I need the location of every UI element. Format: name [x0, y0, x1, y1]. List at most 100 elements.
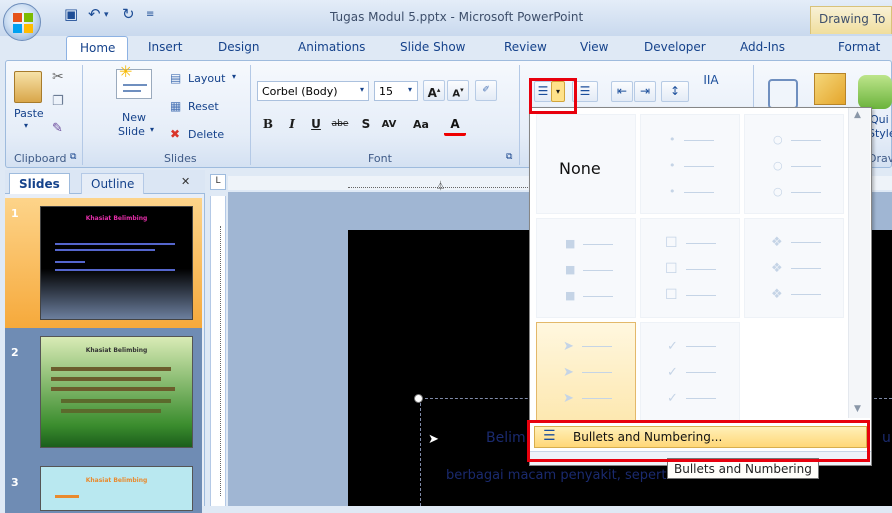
- slide-number: 3: [11, 476, 19, 489]
- tab-selector[interactable]: L: [210, 174, 226, 190]
- font-size-dropdown-icon[interactable]: ▾: [408, 85, 412, 94]
- window-title: Tugas Modul 5.pptx - Microsoft PowerPoin…: [330, 10, 584, 24]
- thumbnail-text-line: [51, 367, 171, 371]
- group-label-slides: Slides: [164, 152, 197, 165]
- thumbnail-text-line: [55, 261, 85, 263]
- slide-text-line: ur: [882, 430, 892, 446]
- tab-insert[interactable]: Insert: [148, 40, 182, 54]
- thumbnail-text-line: [61, 409, 161, 413]
- reset-button[interactable]: Reset: [188, 100, 219, 113]
- copy-icon[interactable]: ❐: [52, 94, 64, 109]
- format-painter-icon[interactable]: ✎: [52, 121, 63, 136]
- bullet-style-hollow-square[interactable]: ☐ ☐ ☐: [640, 218, 740, 318]
- thumbnail-text-line: [55, 495, 79, 498]
- customize-qat-icon[interactable]: ≡: [146, 9, 154, 20]
- tab-developer[interactable]: Developer: [644, 40, 706, 54]
- paste-dropdown-icon[interactable]: ▾: [24, 121, 28, 130]
- highlight-box: [529, 78, 577, 114]
- change-case-button[interactable]: Aa: [410, 115, 432, 136]
- tab-animations[interactable]: Animations: [298, 40, 365, 54]
- font-name-dropdown-icon[interactable]: ▾: [360, 85, 364, 94]
- title-bar: ▣ ↶ ▾ ↻ ≡ Tugas Modul 5.pptx - Microsoft…: [0, 0, 892, 36]
- close-pane-icon[interactable]: ✕: [181, 175, 190, 188]
- new-slide-icon[interactable]: ✳: [116, 62, 152, 99]
- bullet-style-arrow[interactable]: ➤ ➤ ➤: [536, 322, 636, 422]
- tab-view[interactable]: View: [580, 40, 608, 54]
- bullet-style-star[interactable]: ❖ ❖ ❖: [744, 218, 844, 318]
- tab-format[interactable]: Format: [838, 40, 880, 54]
- bold-button[interactable]: B: [257, 115, 279, 136]
- undo-icon[interactable]: ↶: [88, 5, 101, 23]
- grow-font-button[interactable]: A▴: [423, 80, 445, 101]
- paste-icon[interactable]: [14, 71, 42, 103]
- quick-styles-icon[interactable]: [858, 75, 892, 109]
- decrease-indent-button[interactable]: ⇤: [611, 81, 633, 102]
- redo-icon[interactable]: ↻: [122, 5, 135, 23]
- quick-styles-label-1[interactable]: Qui: [870, 113, 889, 126]
- scroll-down-icon[interactable]: ▼: [854, 404, 861, 414]
- line-spacing-button[interactable]: ↕: [661, 81, 689, 102]
- indent-marker-icon[interactable]: ⏃: [436, 179, 445, 192]
- arrange-icon[interactable]: [814, 73, 846, 105]
- slide-text-line: berbagai macam penyakit, sepert: [446, 468, 667, 483]
- font-name-combo[interactable]: Corbel (Body): [257, 81, 369, 101]
- slide-thumbnail[interactable]: Khasiat Belimbing: [40, 206, 193, 320]
- tab-home[interactable]: Home: [66, 36, 128, 61]
- font-color-button[interactable]: A: [444, 115, 466, 136]
- gallery-scrollbar[interactable]: ▲ ▼: [848, 108, 870, 418]
- bullet-arrow-icon: ➤: [428, 432, 439, 447]
- delete-button[interactable]: Delete: [188, 128, 224, 141]
- ribbon-tabs: Home Insert Design Animations Slide Show…: [60, 36, 892, 61]
- increase-indent-button[interactable]: ⇥: [634, 81, 656, 102]
- slide-thumbnail[interactable]: Khasiat Belimbing: [40, 336, 193, 448]
- bullet-style-hollow-circle[interactable]: ○ ○ ○: [744, 114, 844, 214]
- undo-dropdown-icon[interactable]: ▾: [104, 10, 109, 20]
- thumbnail-text-line: [61, 399, 171, 403]
- bullet-style-small-dot[interactable]: • • •: [640, 114, 740, 214]
- tab-add-ins[interactable]: Add-Ins: [740, 40, 785, 54]
- shrink-font-button[interactable]: A▾: [447, 80, 469, 101]
- bullet-style-checkmark[interactable]: ✓ ✓ ✓: [640, 322, 740, 422]
- highlight-box: [527, 420, 870, 462]
- character-spacing-button[interactable]: AV: [378, 115, 400, 136]
- text-shadow-button[interactable]: S: [355, 115, 377, 136]
- new-slide-label-1[interactable]: New: [122, 111, 146, 124]
- cut-icon[interactable]: ✂: [52, 69, 64, 85]
- slide-thumbnail[interactable]: Khasiat Belimbing: [40, 466, 193, 511]
- italic-button[interactable]: I: [281, 115, 303, 136]
- paste-button[interactable]: Paste: [14, 107, 44, 120]
- thumbnail-text-line: [55, 249, 155, 251]
- ruler-ticks: [215, 226, 221, 496]
- delete-icon[interactable]: ✖: [170, 127, 180, 141]
- thumbnail-text-line: [55, 243, 175, 245]
- clear-formatting-icon[interactable]: ✐: [475, 80, 497, 101]
- underline-button[interactable]: U: [305, 115, 327, 136]
- tab-design[interactable]: Design: [218, 40, 259, 54]
- strikethrough-button[interactable]: abe: [329, 115, 351, 136]
- tab-outline[interactable]: Outline: [81, 173, 145, 194]
- group-divider: [519, 65, 520, 165]
- office-button[interactable]: [3, 3, 41, 41]
- new-slide-dropdown-icon[interactable]: ▾: [150, 125, 154, 134]
- save-icon[interactable]: ▣: [64, 5, 78, 23]
- resize-handle[interactable]: [414, 394, 423, 403]
- thumbnail-text-line: [55, 269, 175, 271]
- shapes-icon[interactable]: [768, 79, 798, 109]
- quick-access-toolbar: ▣ ↶ ▾ ↻ ≡: [48, 5, 198, 27]
- tab-slide-show[interactable]: Slide Show: [400, 40, 465, 54]
- layout-icon[interactable]: ▤: [170, 71, 181, 85]
- bullet-style-filled-square[interactable]: ■ ■ ■: [536, 218, 636, 318]
- tab-review[interactable]: Review: [504, 40, 547, 54]
- new-slide-label-2[interactable]: Slide: [118, 125, 145, 138]
- layout-button[interactable]: Layout: [188, 72, 225, 85]
- reset-icon[interactable]: ▦: [170, 99, 181, 113]
- text-direction-button[interactable]: IIA: [695, 71, 727, 92]
- bullet-style-none[interactable]: None: [536, 114, 636, 214]
- tab-slides[interactable]: Slides: [9, 173, 70, 194]
- scroll-up-icon[interactable]: ▲: [854, 110, 861, 120]
- vertical-ruler[interactable]: [210, 196, 226, 506]
- layout-dropdown-icon[interactable]: ▾: [232, 72, 236, 81]
- font-launcher-icon[interactable]: ⧉: [506, 152, 512, 162]
- slide-number: 2: [11, 346, 19, 359]
- clipboard-launcher-icon[interactable]: ⧉: [70, 152, 76, 162]
